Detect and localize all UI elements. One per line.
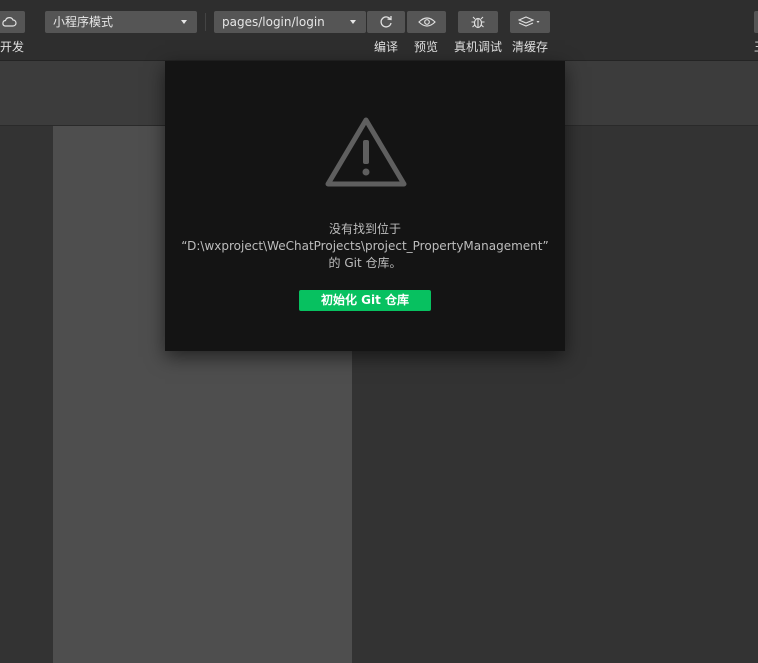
mode-select-value: 小程序模式 <box>53 15 114 29</box>
cloud-dev-button[interactable] <box>0 11 25 33</box>
compile-page-value: pages/login/login <box>222 15 325 29</box>
message-line-1: 没有找到位于 <box>328 222 401 236</box>
right-toolbar-label: 王 <box>754 38 758 55</box>
git-repo-dialog: 没有找到位于 “D:\wxproject\WeChatProjects\proj… <box>165 61 565 351</box>
chevron-down-icon <box>181 20 187 24</box>
refresh-icon <box>378 14 394 30</box>
git-missing-message: 没有找到位于 “D:\wxproject\WeChatProjects\proj… <box>165 221 565 272</box>
device-debug-button[interactable] <box>458 11 498 33</box>
mode-select[interactable]: 小程序模式 <box>45 11 197 33</box>
device-debug-label: 真机调试 <box>454 40 503 54</box>
init-git-repo-button[interactable]: 初始化 Git 仓库 <box>299 290 431 311</box>
warning-icon <box>324 116 408 188</box>
right-toolbar-button[interactable] <box>754 11 758 33</box>
message-line-3: 的 Git 仓库。 <box>328 256 402 270</box>
compile-button[interactable] <box>367 11 405 33</box>
cloud-dev-label: 开发 <box>0 40 25 54</box>
activity-strip <box>0 126 53 663</box>
clear-cache-button[interactable] <box>510 11 550 33</box>
cloud-icon <box>1 16 17 28</box>
layers-icon <box>518 15 542 29</box>
preview-label: 预览 <box>414 40 439 54</box>
preview-button[interactable] <box>407 11 446 33</box>
clear-cache-label: 清缓存 <box>512 40 549 54</box>
chevron-down-icon <box>350 20 356 24</box>
toolbar: 开发 小程序模式 pages/login/login 编译 预览 真机调试 清缓… <box>0 0 758 61</box>
compile-page-select[interactable]: pages/login/login <box>214 11 366 33</box>
message-path: “D:\wxproject\WeChatProjects\project_Pro… <box>181 239 549 253</box>
compile-label: 编译 <box>374 40 399 54</box>
toolbar-divider <box>205 13 206 31</box>
bug-icon <box>470 14 486 30</box>
eye-icon <box>417 16 436 28</box>
